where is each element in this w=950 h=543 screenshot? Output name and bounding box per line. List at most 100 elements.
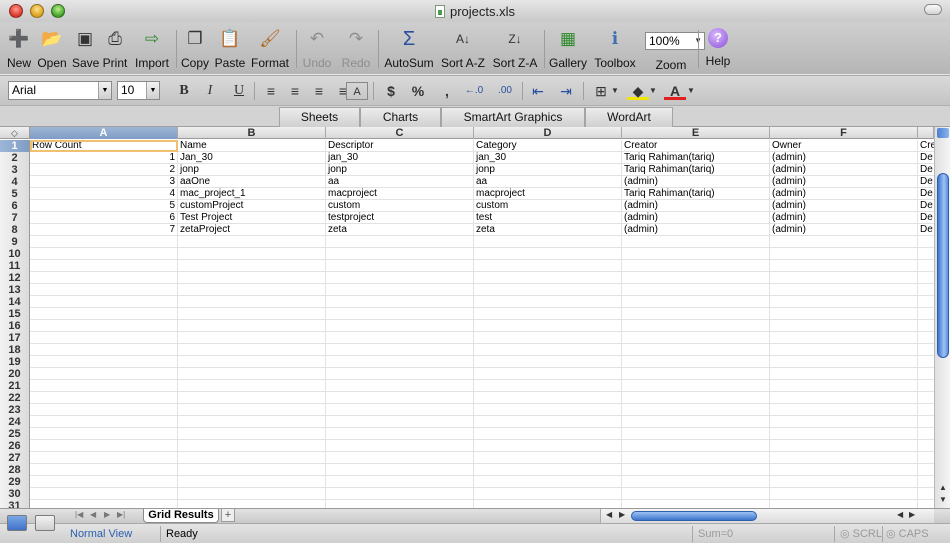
- grid-cell[interactable]: Cre: [918, 140, 934, 152]
- grid-cell[interactable]: [770, 332, 918, 344]
- grid-cell[interactable]: [622, 236, 770, 248]
- grid-cell[interactable]: [622, 296, 770, 308]
- open-button[interactable]: 📂 Open: [37, 28, 67, 72]
- grid-cell[interactable]: [474, 488, 622, 500]
- grid-cell[interactable]: [622, 272, 770, 284]
- font-name-select[interactable]: Arial ▼: [8, 81, 112, 100]
- grid-cell[interactable]: [30, 452, 178, 464]
- row-header[interactable]: 28: [0, 464, 30, 476]
- grid-cell[interactable]: [622, 284, 770, 296]
- grid-cell[interactable]: [30, 296, 178, 308]
- grid-cell[interactable]: 5: [30, 200, 178, 212]
- grid-cell[interactable]: [326, 284, 474, 296]
- copy-button[interactable]: ❐ Copy: [180, 28, 210, 72]
- grid-cell[interactable]: [622, 368, 770, 380]
- row-header[interactable]: 14: [0, 296, 30, 308]
- scroll-down-arrow-icon[interactable]: ▼: [937, 494, 949, 506]
- column-header[interactable]: [918, 127, 934, 139]
- grid-cell[interactable]: [918, 332, 934, 344]
- grid-cell[interactable]: [622, 260, 770, 272]
- grid-cell[interactable]: [770, 308, 918, 320]
- next-sheet-arrow-icon[interactable]: ▶: [104, 510, 110, 519]
- save-button[interactable]: ▣ Save: [72, 28, 99, 72]
- zoom-window-button[interactable]: [51, 4, 65, 18]
- grid-cell[interactable]: De: [918, 176, 934, 188]
- grid-cell[interactable]: [474, 428, 622, 440]
- grid-cell[interactable]: [770, 284, 918, 296]
- row-header[interactable]: 12: [0, 272, 30, 284]
- grid-cell[interactable]: test: [474, 212, 622, 224]
- grid-cell[interactable]: [326, 236, 474, 248]
- grid-cell[interactable]: [178, 296, 326, 308]
- row-header[interactable]: 6: [0, 200, 30, 212]
- grid-cell[interactable]: Owner: [770, 140, 918, 152]
- grid-cell[interactable]: [622, 464, 770, 476]
- grid-cell[interactable]: [770, 500, 918, 508]
- grid-cell[interactable]: [326, 380, 474, 392]
- grid-cell[interactable]: Tariq Rahiman(tariq): [622, 164, 770, 176]
- grid-cell[interactable]: [30, 380, 178, 392]
- grid-cell[interactable]: [918, 296, 934, 308]
- grid-cell[interactable]: jan_30: [474, 152, 622, 164]
- row-header[interactable]: 23: [0, 404, 30, 416]
- row-header[interactable]: 9: [0, 236, 30, 248]
- row-header[interactable]: 1: [0, 140, 30, 152]
- new-button[interactable]: ➕ New: [6, 28, 32, 72]
- fill-color-icon[interactable]: ◆: [627, 82, 649, 100]
- grid-cell[interactable]: [474, 272, 622, 284]
- grid-cell[interactable]: testproject: [326, 212, 474, 224]
- grid-cell[interactable]: [918, 368, 934, 380]
- grid-cell[interactable]: [622, 392, 770, 404]
- grid-cell[interactable]: [622, 476, 770, 488]
- grid-cell[interactable]: [30, 248, 178, 260]
- row-header[interactable]: 16: [0, 320, 30, 332]
- grid-cell[interactable]: [178, 440, 326, 452]
- row-header[interactable]: 21: [0, 380, 30, 392]
- align-left-icon[interactable]: ≡: [260, 82, 282, 100]
- row-header[interactable]: 19: [0, 356, 30, 368]
- grid-cell[interactable]: Tariq Rahiman(tariq): [622, 188, 770, 200]
- grid-cell[interactable]: [474, 248, 622, 260]
- grid-cell[interactable]: [30, 488, 178, 500]
- row-header[interactable]: 30: [0, 488, 30, 500]
- grid-cell[interactable]: [178, 356, 326, 368]
- grid-cell[interactable]: [474, 464, 622, 476]
- row-header[interactable]: 20: [0, 368, 30, 380]
- grid-cell[interactable]: [178, 416, 326, 428]
- grid-cell[interactable]: [178, 344, 326, 356]
- grid-cell[interactable]: [918, 308, 934, 320]
- grid-cell[interactable]: [474, 320, 622, 332]
- grid-cell[interactable]: [178, 452, 326, 464]
- grid-cell[interactable]: [622, 416, 770, 428]
- grid-cell[interactable]: [30, 404, 178, 416]
- grid-cell[interactable]: Creator: [622, 140, 770, 152]
- grid-cell[interactable]: [178, 428, 326, 440]
- grid-cell[interactable]: [178, 500, 326, 508]
- grid-cell[interactable]: [918, 344, 934, 356]
- decrease-decimal-icon[interactable]: .00: [494, 82, 516, 100]
- row-header[interactable]: 5: [0, 188, 30, 200]
- gallery-button[interactable]: ▦ Gallery: [548, 28, 588, 72]
- page-layout-view-button[interactable]: [35, 515, 55, 531]
- row-header[interactable]: 29: [0, 476, 30, 488]
- grid-cell[interactable]: Row Count: [30, 140, 178, 152]
- grid-cell[interactable]: zeta: [326, 224, 474, 236]
- grid-cell[interactable]: [770, 368, 918, 380]
- font-size-select[interactable]: 10 ▼: [117, 81, 160, 100]
- grid-cell[interactable]: [474, 380, 622, 392]
- row-header[interactable]: 10: [0, 248, 30, 260]
- column-header[interactable]: A: [30, 127, 178, 139]
- grid-cell[interactable]: [178, 464, 326, 476]
- grid-cell[interactable]: [178, 368, 326, 380]
- grid-cell[interactable]: [30, 392, 178, 404]
- increase-decimal-icon[interactable]: ←.0: [463, 82, 485, 100]
- grid-cell[interactable]: (admin): [770, 212, 918, 224]
- grid-cell[interactable]: jonp: [178, 164, 326, 176]
- grid-cell[interactable]: (admin): [770, 152, 918, 164]
- grid-cell[interactable]: [770, 272, 918, 284]
- grid-cell[interactable]: 1: [30, 152, 178, 164]
- grid-cell[interactable]: [770, 344, 918, 356]
- grid-cell[interactable]: [622, 428, 770, 440]
- scroll-right-arrow-icon[interactable]: ▶: [909, 510, 915, 519]
- grid-cell[interactable]: [326, 308, 474, 320]
